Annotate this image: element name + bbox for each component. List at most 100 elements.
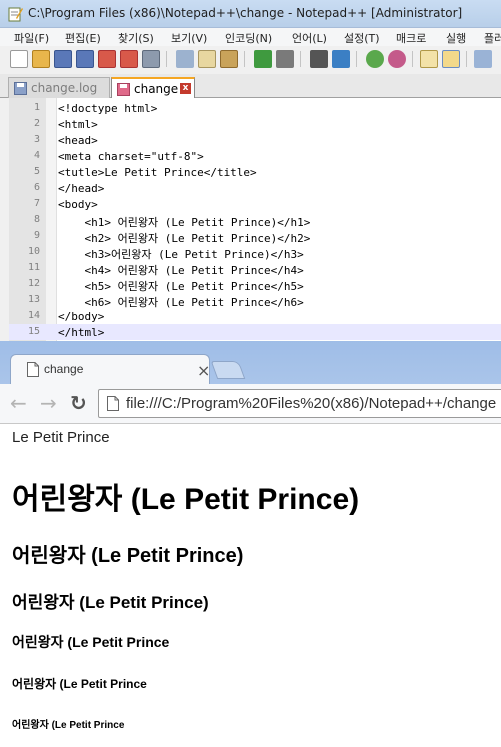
code-line[interactable]: 10 <h3>어린왕자 (Le Petit Prince)</h3> (9, 244, 501, 261)
find-icon[interactable] (310, 50, 328, 68)
code-text: <html> (58, 118, 98, 131)
document-icon (27, 362, 39, 377)
cut-icon[interactable] (176, 50, 194, 68)
line-number: 9 (33, 230, 40, 241)
code-line[interactable]: 13 <h6> 어린왕자 (Le Petit Prince</h6> (9, 292, 501, 309)
menu-plugins[interactable]: 플러 (484, 30, 501, 46)
close-all-icon[interactable] (120, 50, 138, 68)
code-text: <!doctype html> (58, 102, 158, 115)
code-text: <tutle>Le Petit Prince</title> (58, 166, 257, 179)
menu-settings[interactable]: 설정(T) (344, 30, 380, 46)
forward-arrow-icon[interactable]: → (40, 393, 57, 413)
menu-language[interactable]: 언어(L) (292, 30, 327, 46)
save-icon[interactable] (54, 50, 72, 68)
url-text: file:///C:/Program%20Files%20(x86)/Notep… (126, 395, 497, 412)
heading-h6: 어린왕자 (Le Petit Prince (12, 720, 125, 731)
menu-file[interactable]: 파일(F) (14, 30, 49, 46)
tab-change-log[interactable]: change.log (8, 77, 110, 98)
code-editor[interactable]: 1 <!doctype html> 2 <html> 3 <head> 4 <meta cha… (9, 98, 501, 341)
tab-label: change (134, 82, 179, 96)
line-number: 7 (33, 198, 40, 209)
close-file-icon[interactable] (98, 50, 116, 68)
code-line[interactable]: 6 </head> (9, 180, 501, 196)
line-number: 5 (33, 166, 40, 177)
page-icon (107, 396, 119, 411)
word-wrap-icon[interactable] (442, 50, 460, 68)
rendered-page: Le Petit Prince 어린왕자 (Le Petit Prince) 어… (0, 424, 501, 747)
code-line[interactable]: 2 <html> (9, 116, 501, 132)
toolbar-separator (466, 51, 467, 67)
heading-h3: 어린왕자 (Le Petit Prince) (12, 593, 209, 612)
toolbar (0, 46, 501, 72)
page-title-text: Le Petit Prince (12, 429, 110, 446)
browser-tab-title: change (44, 362, 84, 376)
notepad-title-bar[interactable]: C:\Program Files (x86)\Notepad++\change … (0, 0, 501, 28)
menu-search[interactable]: 찾기(S) (118, 30, 154, 46)
menu-encoding[interactable]: 인코딩(N) (225, 30, 272, 46)
tab-close-icon[interactable]: x (180, 83, 191, 94)
browser-toolbar: ← → ↻ file:///C:/Program%20Files%20(x86)… (0, 384, 501, 424)
line-number: 15 (27, 326, 40, 337)
code-text: <head> (58, 134, 98, 147)
redo-icon[interactable] (276, 50, 294, 68)
menu-macro[interactable]: 매크로 (396, 30, 426, 46)
new-tab-button[interactable] (210, 361, 246, 379)
line-number: 2 (33, 118, 40, 129)
code-line[interactable]: 8 <h1> 어린왕자 (Le Petit Prince)</h1> (9, 212, 501, 229)
back-arrow-icon[interactable]: ← (10, 393, 27, 413)
toolbar-separator (166, 51, 167, 67)
line-number: 8 (33, 214, 40, 225)
paste-icon[interactable] (220, 50, 238, 68)
print-icon[interactable] (142, 50, 160, 68)
line-number: 1 (33, 102, 40, 113)
copy-icon[interactable] (198, 50, 216, 68)
undo-icon[interactable] (254, 50, 272, 68)
zoom-in-icon[interactable] (366, 50, 384, 68)
code-line[interactable]: 9 <h2> 어린왕자 (Le Petit Prince)</h2> (9, 228, 501, 245)
line-number: 14 (27, 310, 40, 321)
heading-h4: 어린왕자 (Le Petit Prince (12, 634, 170, 650)
menu-view[interactable]: 보기(V) (171, 30, 207, 46)
heading-h2: 어린왕자 (Le Petit Prince) (12, 545, 244, 567)
browser-window: change × ← → ↻ file:///C:/Program%20File… (0, 341, 501, 747)
reload-icon[interactable]: ↻ (70, 393, 87, 413)
file-saved-icon (14, 82, 27, 95)
line-number: 13 (27, 294, 40, 305)
code-line[interactable]: 11 <h4> 어린왕자 (Le Petit Prince</h4> (9, 260, 501, 277)
line-number: 4 (33, 150, 40, 161)
code-line[interactable]: 15 </html> (9, 324, 501, 340)
code-text: <body> (58, 198, 98, 211)
line-number: 12 (27, 278, 40, 289)
code-line[interactable]: 3 <head> (9, 132, 501, 148)
menu-edit[interactable]: 편집(E) (65, 30, 101, 46)
line-number: 6 (33, 182, 40, 193)
new-file-icon[interactable] (10, 50, 28, 68)
code-line[interactable]: 7 <body> (9, 196, 501, 212)
browser-tab-close-icon[interactable]: × (197, 361, 210, 380)
notepad-app-icon (8, 7, 23, 22)
code-line[interactable]: 4 <meta charset="utf-8"> (9, 148, 501, 164)
menu-run[interactable]: 실행 (446, 30, 466, 46)
replace-icon[interactable] (332, 50, 350, 68)
code-line[interactable]: 12 <h5> 어린왕자 (Le Petit Prince</h5> (9, 276, 501, 293)
browser-tab[interactable]: change × (10, 354, 210, 384)
file-tab-bar: change.log change x (0, 74, 501, 98)
code-line[interactable]: 1 <!doctype html> (9, 100, 501, 116)
save-all-icon[interactable] (76, 50, 94, 68)
open-folder-icon[interactable] (32, 50, 50, 68)
heading-h5: 어린왕자 (Le Petit Prince (12, 677, 147, 691)
toolbar-separator (356, 51, 357, 67)
line-number: 3 (33, 134, 40, 145)
toolbar-separator (412, 51, 413, 67)
line-number: 10 (27, 246, 40, 257)
sync-scroll-icon[interactable] (420, 50, 438, 68)
heading-h1: 어린왕자 (Le Petit Prince) (12, 483, 360, 516)
code-line[interactable]: 14 </body> (9, 308, 501, 324)
code-line[interactable]: 5 <tutle>Le Petit Prince</title> (9, 164, 501, 180)
tab-change[interactable]: change x (111, 77, 195, 98)
address-bar[interactable]: file:///C:/Program%20Files%20(x86)/Notep… (98, 389, 501, 418)
zoom-out-icon[interactable] (388, 50, 406, 68)
menu-bar: 파일(F) 편집(E) 찾기(S) 보기(V) 인코딩(N) 언어(L) 설정(… (0, 28, 501, 46)
code-text: </body> (58, 310, 105, 323)
indent-guide-icon[interactable] (474, 50, 492, 68)
